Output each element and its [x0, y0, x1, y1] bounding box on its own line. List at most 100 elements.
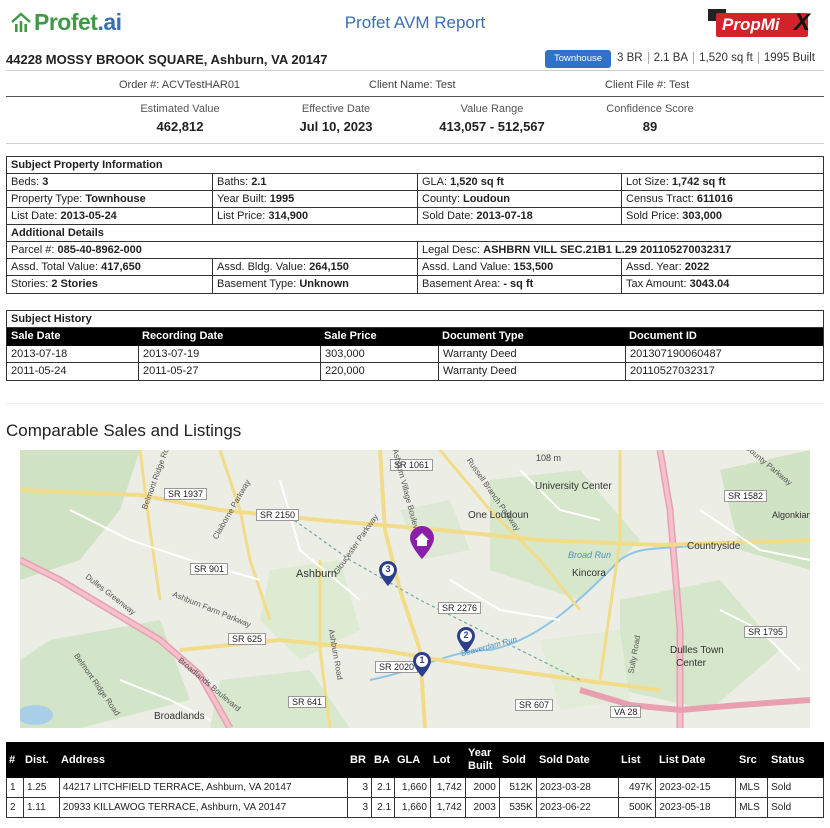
- comp-marker-label: 1: [419, 655, 425, 665]
- report-title: Profet AVM Report: [344, 13, 486, 32]
- history-cell: 20110527032317: [625, 363, 823, 380]
- comp-cell: Sold: [767, 797, 823, 818]
- metric-label: Value Range: [460, 103, 524, 115]
- history-col-header: Sale Date: [11, 330, 61, 342]
- subject-home-marker-icon[interactable]: [408, 526, 436, 560]
- history-col-header: Recording Date: [142, 330, 224, 342]
- comp-cell: 2.1: [371, 777, 394, 798]
- comps-col-header: Sold Date: [539, 753, 590, 766]
- history-cell: 303,000: [320, 346, 438, 362]
- property-type-badge: Townhouse: [545, 50, 611, 68]
- map-road-label: SR 2150: [256, 509, 300, 521]
- legal-desc-cell: Legal Desc: ASHBRN VILL SEC.21B1 L.29 20…: [417, 242, 823, 258]
- comp-cell: 2023-03-28: [535, 777, 618, 798]
- client-name: Client Name: Test: [369, 79, 456, 91]
- comp-cell: MLS: [735, 797, 767, 818]
- map-road-label: SR 625: [228, 633, 267, 645]
- comps-col-header: List: [621, 753, 641, 766]
- comparables-table: # Dist. Address BR BA GLA Lot Year Built…: [6, 742, 824, 818]
- metric-value-range: Value Range 413,057 - 512,567: [422, 103, 562, 134]
- additional-details-title: Additional Details: [7, 225, 823, 242]
- map-canvas: [20, 450, 810, 728]
- comp-cell: 3: [347, 777, 371, 798]
- map-place-label: Kincora: [572, 568, 606, 579]
- comp-cell: 1,660: [394, 777, 430, 798]
- map-water-label: Broad Run: [568, 550, 612, 560]
- comp-address-cell: 44217 LITCHFIELD TERRACE, Ashburn, VA 20…: [58, 777, 347, 798]
- comps-col-header: BR: [350, 753, 366, 766]
- map-place-label: Ashburn: [296, 568, 337, 580]
- comp-marker-2[interactable]: 2: [456, 627, 476, 653]
- map-place-label: Countryside: [687, 541, 741, 552]
- comps-header-row: # Dist. Address BR BA GLA Lot Year Built…: [6, 742, 824, 778]
- map-road-label: SR 901: [190, 563, 229, 575]
- history-col-header: Document ID: [629, 330, 697, 342]
- subject-cell: List Price: 314,900: [212, 208, 417, 224]
- comp-cell: 500K: [617, 797, 656, 818]
- comps-section-title: Comparable Sales and Listings: [6, 421, 242, 440]
- map-road-label: SR 1582: [724, 490, 768, 502]
- metric-value: 462,812: [156, 119, 204, 134]
- comps-col-header: Sold: [502, 753, 526, 766]
- comp-cell: 2023-02-15: [655, 777, 735, 798]
- history-cell: 220,000: [320, 363, 438, 380]
- history-cell: 2011-05-27: [138, 363, 320, 380]
- metric-value: 413,057 - 512,567: [439, 119, 545, 134]
- comps-col-header: Lot: [433, 753, 451, 766]
- map-scale-label: 108 m: [536, 453, 562, 463]
- subject-cell: Property Type: Townhouse: [11, 193, 146, 205]
- subject-row: Beds: 3 Baths: 2.1 GLA: 1,520 sq ft Lot …: [7, 174, 823, 191]
- order-line: Order #: ACVTestHAR01 Client Name: Test …: [6, 75, 824, 97]
- map-road-label: SR 607: [515, 699, 554, 711]
- map-road-label: VA 28: [610, 706, 642, 718]
- subject-cell: Assd. Year: 2022: [621, 259, 823, 275]
- comp-cell: 2023-05-18: [655, 797, 735, 818]
- subject-property-table: Subject Property Information Beds: 3 Bat…: [6, 156, 824, 294]
- comp-marker-1[interactable]: 1: [412, 652, 432, 678]
- comp-row[interactable]: 1 1.25 44217 LITCHFIELD TERRACE, Ashburn…: [6, 777, 824, 798]
- comps-col-header: Dist.: [25, 753, 49, 766]
- subject-cell: Year Built: 1995: [212, 191, 417, 207]
- comps-col-header: #: [9, 753, 16, 766]
- comps-map[interactable]: SR 1061 University Center SR 1582 Algonk…: [20, 450, 810, 728]
- subject-cell: Assd. Land Value: 153,500: [417, 259, 621, 275]
- subject-cell: Tax Amount: 3043.04: [621, 276, 823, 293]
- comp-cell: 2000: [464, 777, 499, 798]
- history-row: 2011-05-24 2011-05-27 220,000 Warranty D…: [7, 363, 823, 380]
- comp-cell: MLS: [735, 777, 767, 798]
- map-road-label: SR 641: [288, 696, 327, 708]
- subject-cell: County: Loudoun: [417, 191, 621, 207]
- map-place-label: Center: [676, 658, 707, 669]
- metric-label: Estimated Value: [140, 103, 220, 115]
- comps-col-header: Status: [771, 753, 805, 766]
- comp-cell: 2: [10, 801, 16, 813]
- subject-cell: GLA: 1,520 sq ft: [417, 174, 621, 190]
- comp-cell: 1,660: [394, 797, 430, 818]
- subject-cell: Sold Price: 303,000: [621, 208, 823, 224]
- subject-cell: Basement Type: Unknown: [212, 276, 417, 293]
- metric-value: Jul 10, 2023: [299, 119, 373, 134]
- metric-confidence-score: Confidence Score 89: [580, 103, 720, 134]
- metric-label: Effective Date: [301, 103, 371, 115]
- map-road-label: SR 1937: [164, 488, 208, 500]
- map-place-label: Algonkian: [772, 510, 810, 520]
- comps-col-header: Src: [739, 753, 757, 766]
- history-cell: 201307190060487: [625, 346, 823, 362]
- address-line: 44228 MOSSY BROOK SQUARE, Ashburn, VA 20…: [6, 49, 824, 71]
- comp-cell: 1: [10, 781, 16, 793]
- comp-cell: 512K: [498, 777, 536, 798]
- map-place-label: University Center: [535, 481, 612, 492]
- comp-cell: 1,742: [429, 797, 465, 818]
- subject-section-title: Subject Property Information: [7, 157, 823, 174]
- comps-col-header: GLA: [397, 753, 421, 766]
- comp-marker-3[interactable]: 3: [378, 561, 398, 587]
- subject-cell: Stories: 2 Stories: [11, 278, 98, 290]
- history-cell: 2013-07-19: [138, 346, 320, 362]
- property-facts: 3 BR 2.1 BA 1,520 sq ft 1995 Built: [617, 52, 820, 64]
- subject-row: Assd. Total Value: 417,650 Assd. Bldg. V…: [7, 259, 823, 276]
- map-place-label: Broadlands: [154, 711, 205, 722]
- map-place-label: One Loudoun: [468, 510, 529, 521]
- built-fact: 1995 Built: [757, 52, 820, 64]
- comp-row[interactable]: 2 1.11 20933 KILLAWOG TERRACE, Ashburn, …: [6, 797, 824, 818]
- history-cell: 2011-05-24: [11, 365, 67, 377]
